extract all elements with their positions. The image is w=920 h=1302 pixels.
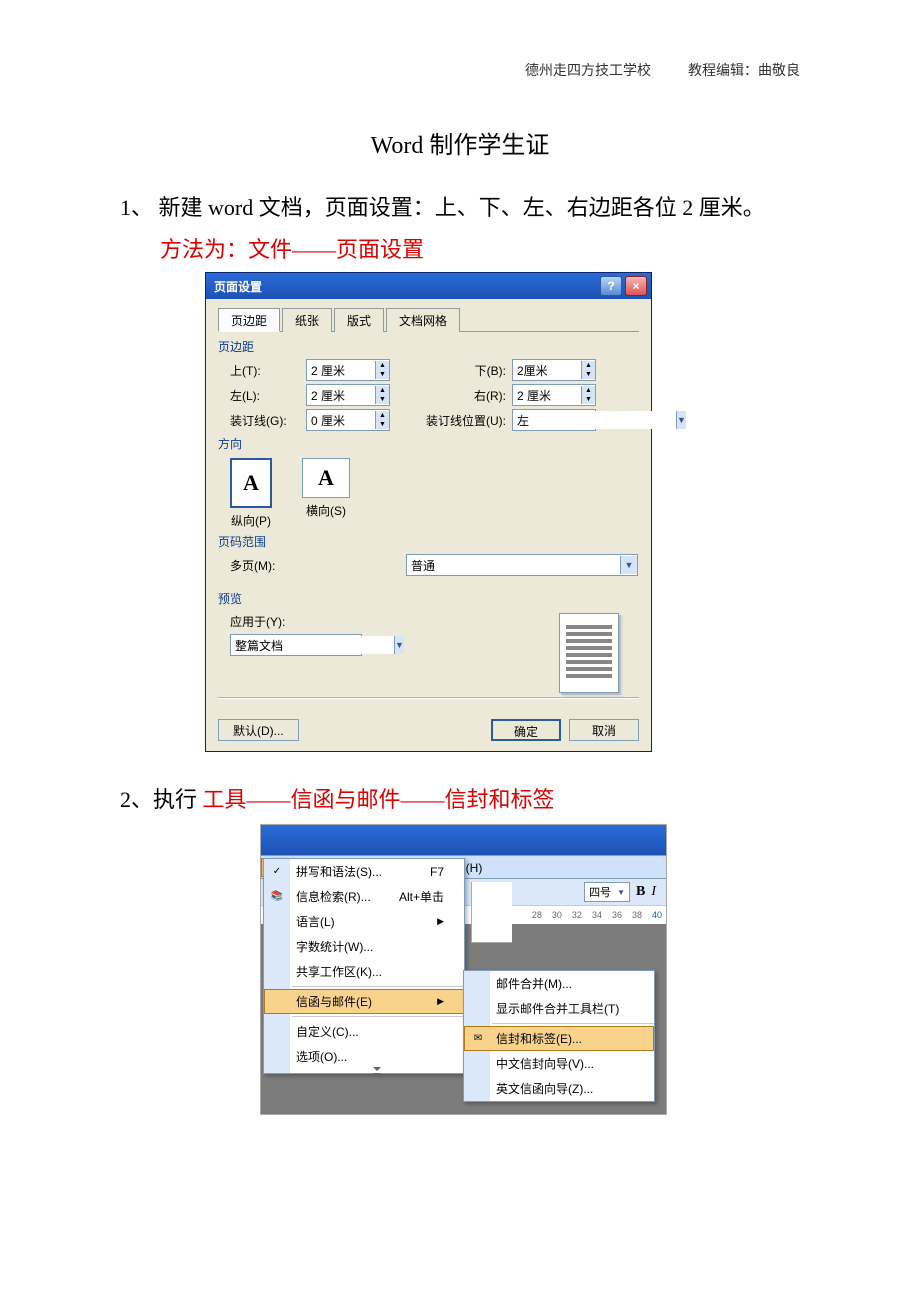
- top-spinner[interactable]: ▲▼: [306, 359, 390, 381]
- chevron-down-icon: ▼: [617, 888, 625, 897]
- submenu-item[interactable]: 显示邮件合并工具栏(T): [464, 996, 654, 1021]
- right-input[interactable]: [513, 386, 581, 404]
- submenu-arrow-icon: ▶: [437, 996, 444, 1007]
- preview-thumbnail: [559, 613, 619, 693]
- dialog-titlebar: 页面设置 ? ×: [206, 273, 651, 299]
- submenu-arrow-icon: ▶: [437, 916, 444, 927]
- orientation-legend: 方向: [218, 435, 639, 452]
- gutterpos-input[interactable]: [513, 411, 676, 429]
- submenu-item[interactable]: 中文信封向导(V)...: [464, 1051, 654, 1076]
- tab-layout[interactable]: 版式: [334, 308, 384, 332]
- menu-item[interactable]: 📚信息检索(R)...Alt+单击: [264, 884, 464, 909]
- letters-submenu: 邮件合并(M)...显示邮件合并工具栏(T) ✉信封和标签(E)...中文信封向导…: [463, 970, 655, 1102]
- ok-button[interactable]: 确定: [491, 719, 561, 741]
- help-button[interactable]: ?: [600, 276, 622, 296]
- spin-down-icon[interactable]: ▼: [375, 370, 389, 379]
- submenu-item[interactable]: 邮件合并(M)...: [464, 971, 654, 996]
- landscape-icon: A: [302, 458, 350, 498]
- left-label: 左(L):: [218, 387, 300, 404]
- margins-legend: 页边距: [218, 338, 639, 355]
- top-input[interactable]: [307, 361, 375, 379]
- applyto-combo[interactable]: ▼: [230, 634, 362, 656]
- step-1-method: 方法为：文件——页面设置: [160, 232, 800, 264]
- tab-paper[interactable]: 纸张: [282, 308, 332, 332]
- page-range-legend: 页码范围: [218, 533, 639, 550]
- menu-item[interactable]: 共享工作区(K)...: [264, 959, 464, 984]
- page-header: 德州走四方技工学校 教程编辑：曲敬良: [120, 60, 800, 80]
- orientation-portrait[interactable]: A 纵向(P): [230, 458, 272, 529]
- menu-item[interactable]: 选项(O)...: [264, 1044, 464, 1069]
- top-label: 上(T):: [218, 362, 300, 379]
- step-1: 1、 新建 word 文档，页面设置：上、下、左、右边距各位 2 厘米。: [120, 190, 800, 222]
- spin-up-icon[interactable]: ▲: [375, 361, 389, 370]
- menu-item[interactable]: 语言(L)▶: [264, 909, 464, 934]
- portrait-icon: A: [230, 458, 272, 508]
- default-button[interactable]: 默认(D)...: [218, 719, 299, 741]
- page-edge: [471, 882, 512, 943]
- applyto-label: 应用于(Y):: [218, 613, 362, 630]
- menu-item[interactable]: 信函与邮件(E)▶: [264, 989, 464, 1014]
- window-titlebar: [261, 825, 666, 855]
- gutter-spinner[interactable]: ▲▼: [306, 409, 390, 431]
- menu-item[interactable]: 自定义(C)...: [264, 1019, 464, 1044]
- fontsize-combo[interactable]: 四号▼: [584, 882, 630, 902]
- left-input[interactable]: [307, 386, 375, 404]
- dialog-title: 页面设置: [214, 278, 262, 295]
- gutterpos-combo[interactable]: ▼: [512, 409, 596, 431]
- menu-item[interactable]: ✓拼写和语法(S)...F7: [264, 859, 464, 884]
- right-spinner[interactable]: ▲▼: [512, 384, 596, 406]
- bottom-label: 下(B):: [416, 362, 506, 379]
- expand-menu-icon[interactable]: [264, 1069, 464, 1073]
- tab-grid[interactable]: 文档网格: [386, 308, 460, 332]
- step-2-method: 工具——信函与邮件——信封和标签: [203, 787, 555, 812]
- left-spinner[interactable]: ▲▼: [306, 384, 390, 406]
- gutter-label: 装订线(G):: [218, 412, 300, 429]
- chevron-down-icon[interactable]: ▼: [676, 411, 686, 429]
- dialog-tabs: 页边距 纸张 版式 文档网格: [218, 307, 639, 332]
- tools-dropdown: ✓拼写和语法(S)...F7📚信息检索(R)...Alt+单击语言(L)▶字数统…: [263, 858, 465, 1074]
- chevron-down-icon[interactable]: ▼: [620, 556, 637, 574]
- menu-item-icon: ✓: [268, 864, 286, 880]
- italic-button[interactable]: I: [651, 884, 656, 900]
- multipage-combo[interactable]: ▼: [406, 554, 638, 576]
- submenu-item[interactable]: ✉信封和标签(E)...: [464, 1026, 654, 1051]
- gutter-input[interactable]: [307, 411, 375, 429]
- editor-label: 教程编辑：曲敬良: [688, 64, 800, 79]
- submenu-item[interactable]: 英文信函向导(Z)...: [464, 1076, 654, 1101]
- page-setup-dialog: 页面设置 ? × 页边距 纸张 版式 文档网格 页边距 上(T): ▲▼ 下(B…: [205, 272, 652, 752]
- menu-item-icon: 📚: [268, 889, 286, 905]
- applyto-input[interactable]: [231, 636, 394, 654]
- orientation-landscape[interactable]: A 横向(S): [302, 458, 350, 529]
- menu-item[interactable]: 字数统计(W)...: [264, 934, 464, 959]
- gutterpos-label: 装订线位置(U):: [416, 412, 506, 429]
- doc-area: ✓拼写和语法(S)...F7📚信息检索(R)...Alt+单击语言(L)▶字数统…: [261, 924, 666, 1114]
- multipage-label: 多页(M):: [218, 557, 300, 574]
- school-name: 德州走四方技工学校: [525, 64, 651, 79]
- doc-title: Word 制作学生证: [120, 125, 800, 160]
- bold-button[interactable]: B: [636, 884, 645, 900]
- word-menu-screenshot: 工具(T) 表格(A) 窗口(W) 帮助(H) 四号▼ B I 28 30 32…: [260, 824, 667, 1115]
- close-button[interactable]: ×: [625, 276, 647, 296]
- cancel-button[interactable]: 取消: [569, 719, 639, 741]
- bottom-input[interactable]: [513, 361, 581, 379]
- envelope-icon: ✉: [469, 1031, 487, 1047]
- step-2: 2、执行 工具——信函与邮件——信封和标签: [120, 782, 800, 814]
- tab-margins[interactable]: 页边距: [218, 308, 280, 332]
- multipage-input[interactable]: [407, 556, 620, 574]
- preview-legend: 预览: [218, 590, 639, 607]
- chevron-down-icon[interactable]: ▼: [394, 636, 404, 654]
- right-label: 右(R):: [416, 387, 506, 404]
- bottom-spinner[interactable]: ▲▼: [512, 359, 596, 381]
